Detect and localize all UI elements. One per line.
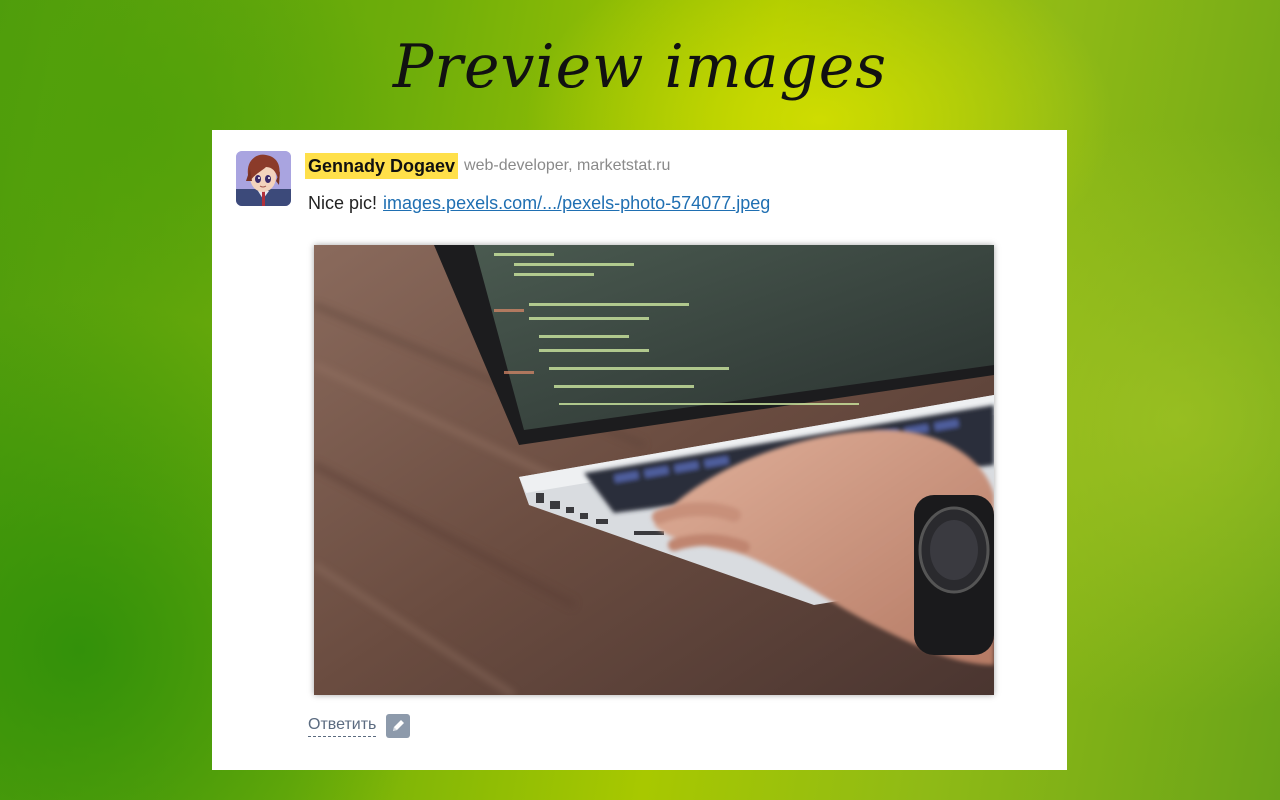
pencil-icon[interactable]: [386, 714, 411, 738]
anime-avatar-icon: [236, 151, 291, 206]
comment-card: Gennady Dogaev web-developer, marketstat…: [212, 130, 1067, 770]
author-row: Gennady Dogaev web-developer, marketstat…: [305, 152, 670, 180]
message-text: Nice pic! images.pexels.com/.../pexels-ph…: [308, 190, 770, 216]
comment-actions: Ответить: [308, 714, 411, 738]
laptop-photo-icon: [314, 245, 994, 695]
image-preview[interactable]: [314, 245, 994, 695]
image-link[interactable]: images.pexels.com/.../pexels-photo-57407…: [383, 193, 770, 213]
avatar[interactable]: [236, 151, 291, 206]
author-name[interactable]: Gennady Dogaev: [305, 153, 459, 179]
message-body: Nice pic!: [308, 193, 378, 213]
author-role: web-developer, marketstat.ru: [464, 157, 671, 174]
banner-title: Preview images: [392, 32, 888, 102]
reply-link[interactable]: Ответить: [308, 715, 377, 737]
